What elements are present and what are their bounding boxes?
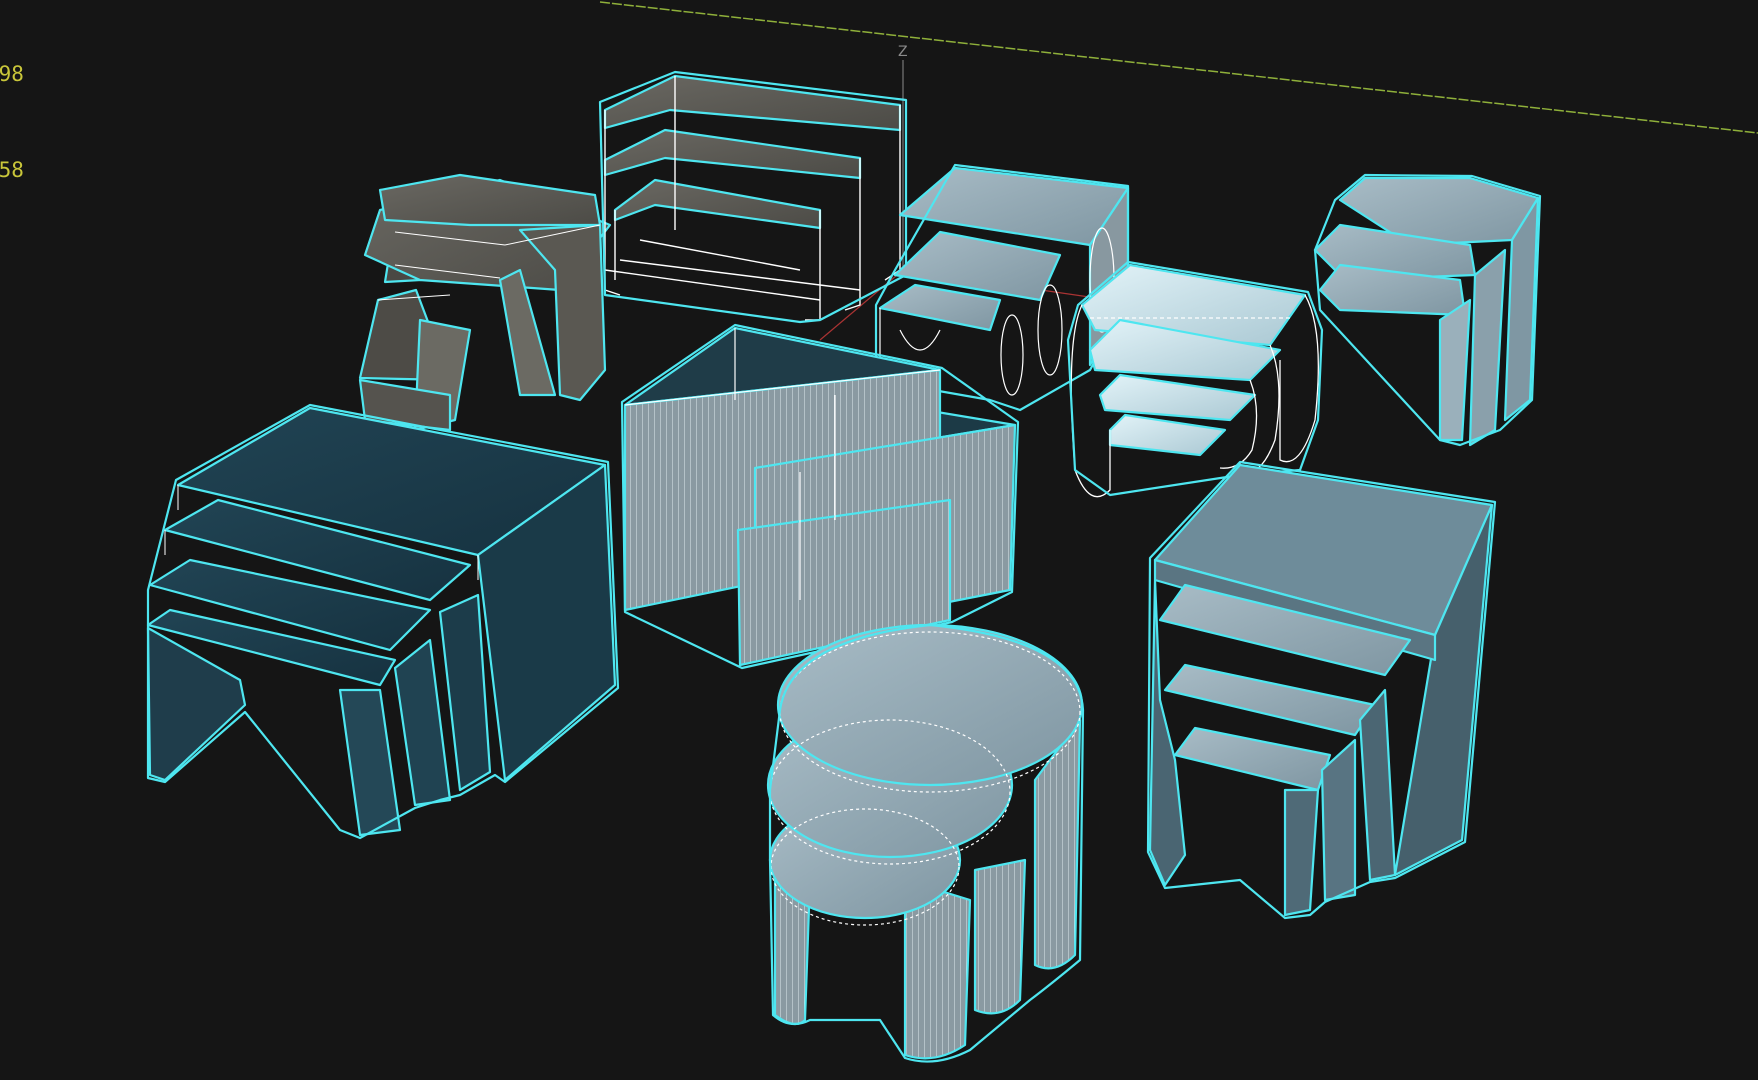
angled-nesting-tables[interactable]: [1313, 173, 1542, 447]
hexagonal-nesting-tables[interactable]: [358, 173, 612, 432]
round-nesting-tables[interactable]: [766, 623, 1085, 1063]
square-nesting-tables-light[interactable]: [1146, 460, 1497, 920]
square-nesting-tables-dark[interactable]: [146, 403, 620, 840]
scene-canvas: Z Y: [146, 1, 1758, 1063]
rounded-loop-tables[interactable]: [1066, 260, 1324, 498]
rectangular-frame-tables[interactable]: [598, 70, 908, 324]
3d-viewport[interactable]: 298 558: [0, 0, 1758, 1080]
triangular-nesting-tables[interactable]: [620, 323, 1020, 670]
z-axis-label: Z: [898, 44, 908, 60]
